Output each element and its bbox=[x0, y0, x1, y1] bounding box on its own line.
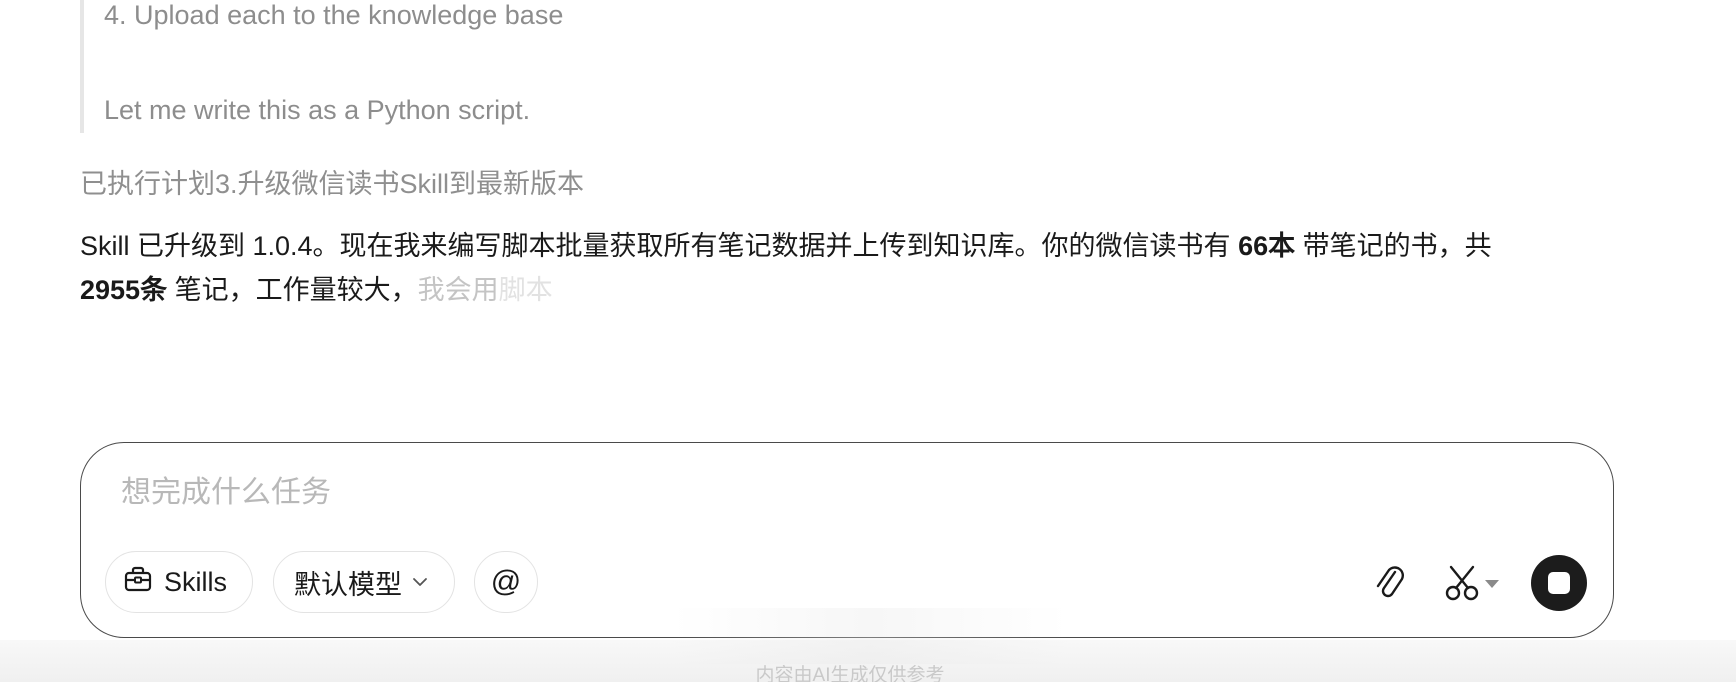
thinking-block: 4. Upload each to the knowledge base Let… bbox=[80, 0, 1484, 133]
toolbox-icon bbox=[124, 566, 152, 599]
scissors-icon[interactable] bbox=[1443, 561, 1505, 605]
stop-icon bbox=[1548, 572, 1570, 594]
message-line: 2955条 笔记，工作量较大，我会用脚本 bbox=[80, 268, 1640, 312]
ai-disclaimer: 内容由AI生成仅供参考 bbox=[755, 665, 945, 682]
mention-button[interactable]: @ bbox=[474, 551, 538, 613]
thinking-line: 4. Upload each to the knowledge base bbox=[104, 0, 564, 30]
thinking-line: Let me write this as a Python script. bbox=[104, 95, 531, 125]
message-line: Skill 已升级到 1.0.4。现在我来编写脚本批量获取所有笔记数据并上传到知… bbox=[80, 224, 1640, 268]
note-count: 2955条 bbox=[80, 275, 168, 305]
assistant-message: Skill 已升级到 1.0.4。现在我来编写脚本批量获取所有笔记数据并上传到知… bbox=[80, 224, 1640, 312]
task-input[interactable] bbox=[121, 471, 1421, 515]
scroll-indicator bbox=[672, 608, 1068, 664]
skills-label: Skills bbox=[164, 566, 228, 597]
streaming-text: 我会用 bbox=[417, 275, 499, 305]
message-text: 笔记，工作量较大， bbox=[167, 275, 418, 305]
step-status: 已执行计划3.升级微信读书Skill到最新版本 bbox=[80, 169, 585, 199]
chat-page: 4. Upload each to the knowledge base Let… bbox=[0, 0, 1736, 682]
streaming-text: 脚本 bbox=[498, 275, 553, 305]
model-select[interactable]: 默认模型 bbox=[273, 551, 455, 613]
model-label: 默认模型 bbox=[294, 569, 402, 600]
message-text: Skill 已升级到 1.0.4。现在我来编写脚本批量获取所有笔记数据并上传到知… bbox=[80, 231, 1239, 261]
chevron-down-icon bbox=[412, 577, 428, 587]
book-count: 66本 bbox=[1238, 231, 1296, 261]
message-text: 带笔记的书，共 bbox=[1295, 231, 1492, 261]
stop-button[interactable] bbox=[1531, 555, 1587, 611]
skills-button[interactable]: Skills bbox=[105, 551, 253, 613]
paperclip-icon[interactable] bbox=[1371, 561, 1411, 605]
